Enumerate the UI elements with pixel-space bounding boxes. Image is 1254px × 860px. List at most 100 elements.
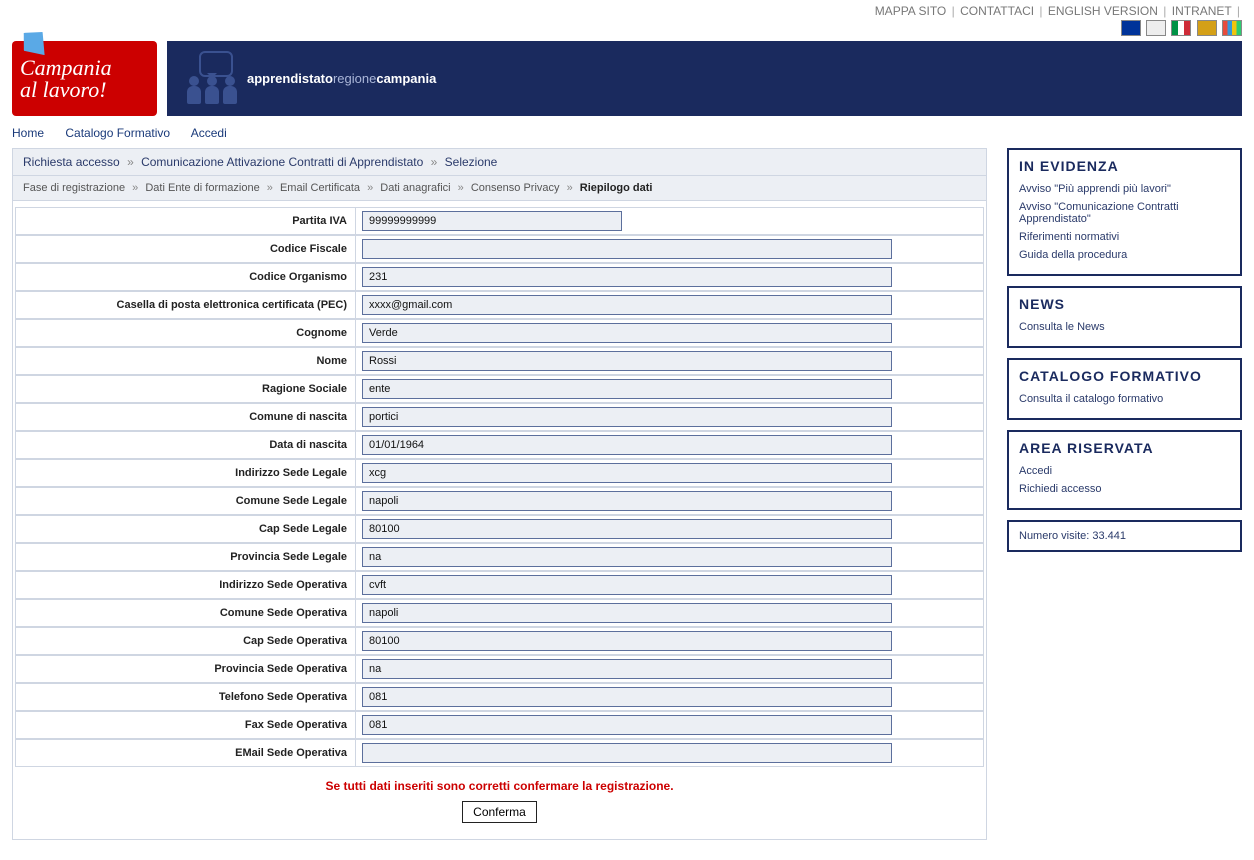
label-cf: Codice Fiscale xyxy=(15,235,355,263)
value-cognome: Verde xyxy=(362,323,892,343)
visits-counter: Numero visite: 33.441 xyxy=(1007,520,1242,552)
link-intranet[interactable]: INTRANET xyxy=(1172,4,1232,18)
value-org: 231 xyxy=(362,267,892,287)
nav-home[interactable]: Home xyxy=(12,126,44,140)
nav-catalogo[interactable]: Catalogo Formativo xyxy=(65,126,170,140)
evidenza-item[interactable]: Guida della procedura xyxy=(1019,246,1230,264)
main-content: Richiesta accesso » Comunicazione Attiva… xyxy=(12,148,987,840)
link-mappa-sito[interactable]: MAPPA SITO xyxy=(875,4,947,18)
header-banner: apprendistatoregionecampania xyxy=(167,41,1242,116)
value-ind-oper: cvft xyxy=(362,575,892,595)
sidebar: IN EVIDENZA Avviso "Più apprendi più lav… xyxy=(1007,148,1242,840)
label-ind-oper: Indirizzo Sede Operativa xyxy=(15,571,355,599)
value-pec: xxxx@gmail.com xyxy=(362,295,892,315)
logo-line1: Campania xyxy=(20,57,149,79)
label-ind-legale: Indirizzo Sede Legale xyxy=(15,459,355,487)
logo-emblem xyxy=(1146,20,1166,36)
step-privacy: Consenso Privacy xyxy=(471,182,560,194)
crumb-richiesta-accesso[interactable]: Richiesta accesso xyxy=(23,155,120,169)
label-cognome: Cognome xyxy=(15,319,355,347)
value-com-legale: napoli xyxy=(362,491,892,511)
value-prov-oper: na xyxy=(362,659,892,679)
banner-text: apprendistatoregionecampania xyxy=(247,71,436,86)
box-in-evidenza: IN EVIDENZA Avviso "Più apprendi più lav… xyxy=(1007,148,1242,276)
step-dati-ente: Dati Ente di formazione xyxy=(145,182,259,194)
site-logo[interactable]: Campania al lavoro! xyxy=(12,41,157,116)
header: Campania al lavoro! apprendistatoregione… xyxy=(0,41,1254,116)
breadcrumb-wizard: Fase di registrazione » Dati Ente di for… xyxy=(12,176,987,201)
news-item[interactable]: Consulta le News xyxy=(1019,318,1230,336)
institutional-logos xyxy=(0,20,1254,41)
box-title: AREA RISERVATA xyxy=(1019,440,1230,456)
area-item-accedi[interactable]: Accedi xyxy=(1019,462,1230,480)
box-area-riservata: AREA RISERVATA Accedi Richiedi accesso xyxy=(1007,430,1242,510)
label-piva: Partita IVA xyxy=(15,207,355,235)
label-nome: Nome xyxy=(15,347,355,375)
label-email-oper: EMail Sede Operativa xyxy=(15,739,355,767)
logo-region xyxy=(1197,20,1217,36)
chevron-right-icon: » xyxy=(367,182,373,194)
main-nav: Home Catalogo Formativo Accedi xyxy=(0,116,1254,148)
chevron-right-icon: » xyxy=(127,155,134,169)
value-cf xyxy=(362,239,892,259)
chevron-right-icon: » xyxy=(267,182,273,194)
chevron-right-icon: » xyxy=(431,155,438,169)
value-data-nasc: 01/01/1964 xyxy=(362,435,892,455)
value-piva: 99999999999 xyxy=(362,211,622,231)
breadcrumb-primary: Richiesta accesso » Comunicazione Attiva… xyxy=(12,148,987,176)
catalogo-item[interactable]: Consulta il catalogo formativo xyxy=(1019,390,1230,408)
evidenza-item[interactable]: Avviso "Più apprendi più lavori" xyxy=(1019,180,1230,198)
box-catalogo: CATALOGO FORMATIVO Consulta il catalogo … xyxy=(1007,358,1242,420)
step-riepilogo-current: Riepilogo dati xyxy=(580,182,653,194)
separator: | xyxy=(1237,4,1240,18)
label-data-nasc: Data di nascita xyxy=(15,431,355,459)
summary-form: Partita IVA 99999999999 Codice Fiscale C… xyxy=(12,201,987,840)
value-email-oper xyxy=(362,743,892,763)
evidenza-item[interactable]: Riferimenti normativi xyxy=(1019,228,1230,246)
step-email: Email Certificata xyxy=(280,182,360,194)
value-prov-legale: na xyxy=(362,547,892,567)
evidenza-item[interactable]: Avviso "Comunicazione Contratti Apprendi… xyxy=(1019,198,1230,228)
logo-italy xyxy=(1171,20,1191,36)
chevron-right-icon: » xyxy=(132,182,138,194)
label-ragione: Ragione Sociale xyxy=(15,375,355,403)
link-english-version[interactable]: ENGLISH VERSION xyxy=(1048,4,1158,18)
value-ragione: ente xyxy=(362,379,892,399)
value-nome: Rossi xyxy=(362,351,892,371)
label-pec: Casella di posta elettronica certificata… xyxy=(15,291,355,319)
label-org: Codice Organismo xyxy=(15,263,355,291)
label-cap-legale: Cap Sede Legale xyxy=(15,515,355,543)
logo-eu xyxy=(1121,20,1141,36)
step-fase: Fase di registrazione xyxy=(23,182,125,194)
area-item-richiedi[interactable]: Richiedi accesso xyxy=(1019,480,1230,498)
label-prov-legale: Provincia Sede Legale xyxy=(15,543,355,571)
crumb-selezione[interactable]: Selezione xyxy=(445,155,498,169)
confirm-button[interactable]: Conferma xyxy=(462,801,537,823)
value-ind-legale: xcg xyxy=(362,463,892,483)
confirm-message: Se tutti dati inseriti sono corretti con… xyxy=(15,767,984,801)
value-com-nasc: portici xyxy=(362,407,892,427)
logo-line2: al lavoro! xyxy=(20,79,149,101)
people-bubble-icon xyxy=(185,51,245,106)
separator: | xyxy=(1163,4,1166,18)
chevron-right-icon: » xyxy=(567,182,573,194)
nav-accedi[interactable]: Accedi xyxy=(191,126,227,140)
label-prov-oper: Provincia Sede Operativa xyxy=(15,655,355,683)
box-news: NEWS Consulta le News xyxy=(1007,286,1242,348)
label-fax-oper: Fax Sede Operativa xyxy=(15,711,355,739)
logo-program xyxy=(1222,20,1242,36)
top-utility-nav: MAPPA SITO | CONTATTACI | ENGLISH VERSIO… xyxy=(0,0,1254,20)
value-com-oper: napoli xyxy=(362,603,892,623)
summary-table: Partita IVA 99999999999 Codice Fiscale C… xyxy=(15,207,984,767)
label-com-nasc: Comune di nascita xyxy=(15,403,355,431)
chevron-right-icon: » xyxy=(458,182,464,194)
label-com-legale: Comune Sede Legale xyxy=(15,487,355,515)
value-fax-oper: 081 xyxy=(362,715,892,735)
box-title: IN EVIDENZA xyxy=(1019,158,1230,174)
crumb-comunicazione[interactable]: Comunicazione Attivazione Contratti di A… xyxy=(141,155,423,169)
value-cap-legale: 80100 xyxy=(362,519,892,539)
step-anagrafici: Dati anagrafici xyxy=(380,182,450,194)
box-title: CATALOGO FORMATIVO xyxy=(1019,368,1230,384)
separator: | xyxy=(1039,4,1042,18)
link-contattaci[interactable]: CONTATTACI xyxy=(960,4,1034,18)
